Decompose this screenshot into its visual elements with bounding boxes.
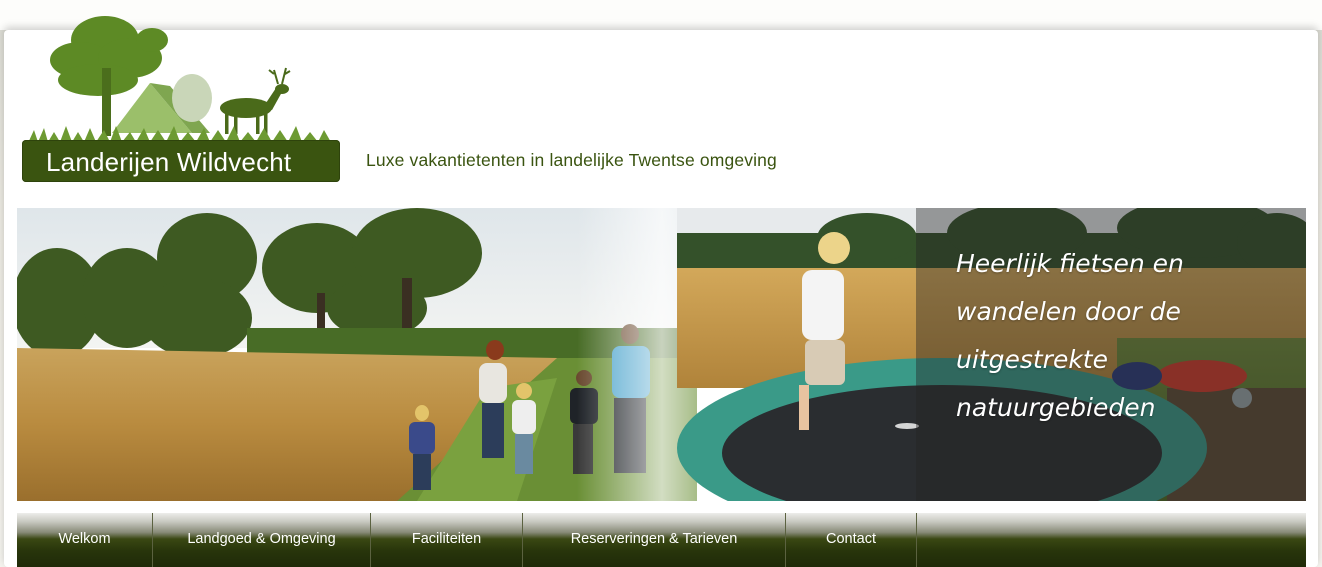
logo-illustration (28, 16, 332, 144)
deer-icon (220, 67, 291, 134)
nav-item-label: Contact (826, 531, 876, 547)
nav-item-label: Faciliteiten (411, 531, 482, 547)
nav-item-faciliteiten[interactable]: Faciliteiten (371, 513, 523, 567)
caption-line: wandelen door de (956, 297, 1181, 326)
faded-tree (172, 74, 212, 122)
nav-item-landgoed-omgeving[interactable]: Landgoed & Omgeving (153, 513, 371, 567)
site-tagline: Luxe vakantietenten in landelijke Twents… (366, 150, 777, 170)
caption-line: natuurgebieden (956, 393, 1156, 422)
caption-line: Heerlijk fietsen en (956, 249, 1184, 278)
nav-item-contact[interactable]: Contact (786, 513, 917, 567)
nav-item-reserveringen-tarieven[interactable]: Reserveringen & Tarieven (523, 513, 786, 567)
caption-line: uitgestrekte (956, 345, 1108, 374)
nav-item-label: Reserveringen & Tarieven (570, 531, 738, 547)
nav-item-label: Landgoed & Omgeving (187, 531, 336, 547)
nav-item-label: Welkom (58, 531, 111, 547)
nav-item-welkom[interactable]: Welkom (17, 513, 153, 567)
logo-text[interactable]: Landerijen Wildvecht (46, 144, 336, 180)
banner-caption: Heerlijk fietsen en wandelen door de uit… (956, 240, 1296, 432)
main-navigation: Welkom Landgoed & Omgeving Faciliteiten … (17, 513, 1306, 567)
